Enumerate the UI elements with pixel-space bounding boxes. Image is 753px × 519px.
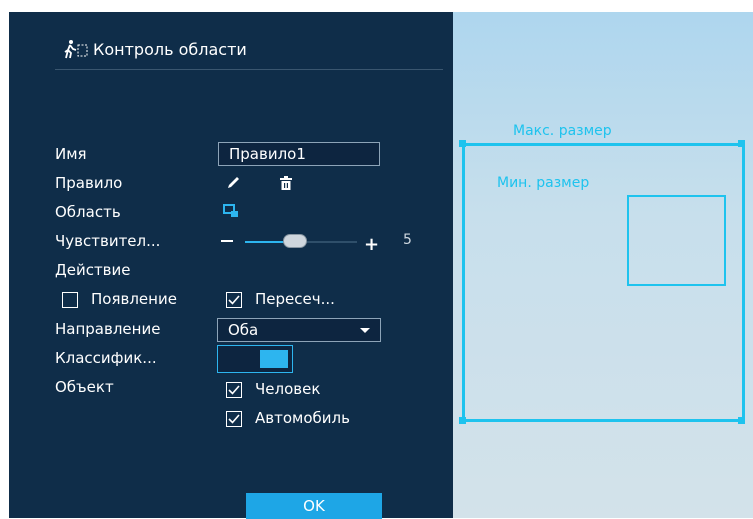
- header-divider: [55, 69, 443, 70]
- sensitivity-value: 5: [403, 232, 412, 248]
- human-label: Человек: [255, 380, 321, 398]
- max-size-label: Макс. размер: [513, 123, 612, 139]
- max-box-handle[interactable]: [738, 140, 745, 147]
- checkmark-icon: [228, 385, 240, 395]
- sensitivity-increase-button[interactable]: +: [364, 234, 379, 255]
- appear-label: Появление: [91, 290, 177, 308]
- checkmark-icon: [228, 414, 240, 424]
- sensitivity-label: Чувствител...: [55, 232, 161, 250]
- page-title: Контроль области: [93, 40, 247, 59]
- panel-header: Контроль области: [9, 12, 453, 72]
- sensitivity-decrease-button[interactable]: [221, 240, 233, 242]
- max-box-handle[interactable]: [459, 140, 466, 147]
- rule-label: Правило: [55, 174, 123, 192]
- car-label: Автомобиль: [255, 409, 350, 427]
- car-checkbox[interactable]: [226, 411, 242, 427]
- classify-label: Классифик...: [55, 349, 157, 367]
- min-size-label: Мин. размер: [497, 175, 590, 191]
- human-checkbox[interactable]: [226, 382, 242, 398]
- appear-checkbox[interactable]: [62, 292, 78, 308]
- walking-person-icon: [64, 40, 88, 59]
- sensitivity-slider-thumb[interactable]: [283, 234, 307, 248]
- trash-icon[interactable]: [279, 176, 293, 190]
- direction-select[interactable]: Оба: [217, 318, 381, 342]
- ok-button[interactable]: OK: [246, 493, 382, 519]
- action-label: Действие: [55, 261, 131, 279]
- object-label: Объект: [55, 378, 114, 396]
- cross-label: Пересеч...: [255, 290, 335, 308]
- draw-area-icon[interactable]: [223, 204, 241, 220]
- cross-checkbox[interactable]: [226, 292, 242, 308]
- checkmark-icon: [228, 295, 240, 305]
- max-box-handle[interactable]: [459, 417, 466, 424]
- toggle-knob: [260, 350, 288, 368]
- name-field[interactable]: Правило1: [218, 142, 380, 166]
- area-label: Область: [55, 203, 121, 221]
- direction-label: Направление: [55, 320, 161, 338]
- pencil-icon[interactable]: [226, 176, 242, 190]
- name-label: Имя: [55, 145, 87, 163]
- direction-value: Оба: [228, 321, 259, 339]
- min-size-box[interactable]: [627, 195, 726, 286]
- chevron-down-icon: [360, 328, 370, 333]
- max-box-handle[interactable]: [738, 417, 745, 424]
- rule-settings-panel: Контроль области Имя Правило1 Правило Об…: [9, 12, 453, 519]
- classify-toggle[interactable]: [217, 345, 293, 373]
